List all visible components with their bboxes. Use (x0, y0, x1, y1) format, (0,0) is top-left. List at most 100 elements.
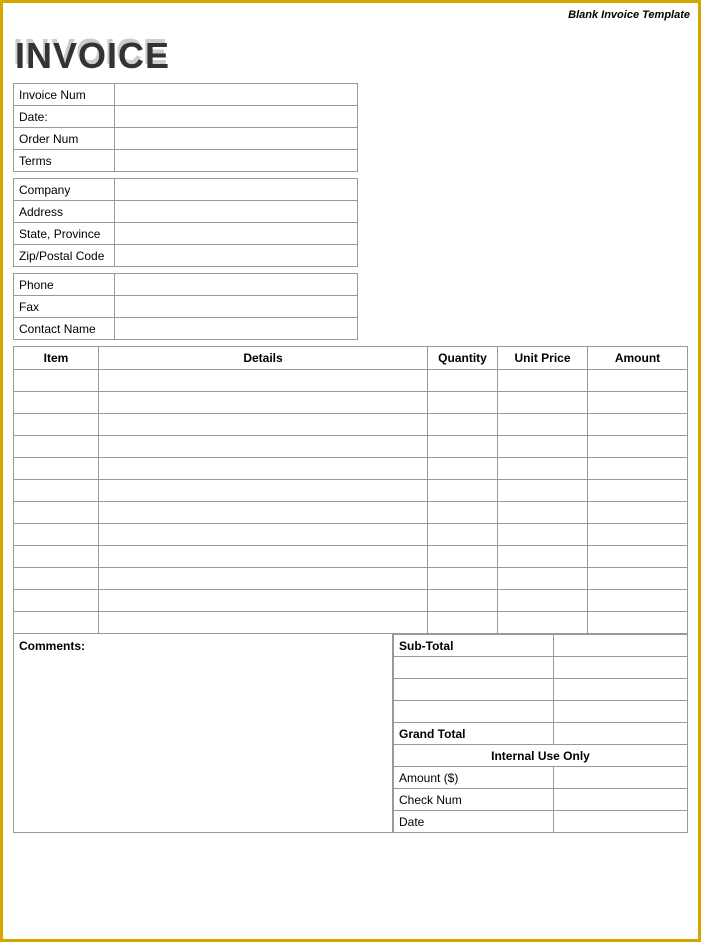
check-num-label: Check Num (394, 789, 554, 811)
terms-row: Terms (14, 150, 358, 172)
amount-dollars-value[interactable] (553, 767, 687, 789)
item-cell[interactable] (14, 568, 99, 590)
extra-value-2[interactable] (553, 679, 687, 701)
table-row (14, 546, 688, 568)
subtotal-value[interactable] (553, 635, 687, 657)
fax-value[interactable] (115, 296, 358, 318)
extra-label-2 (394, 679, 554, 701)
amount-cell[interactable] (588, 502, 688, 524)
table-row (14, 370, 688, 392)
address-value[interactable] (115, 201, 358, 223)
unit-price-cell[interactable] (498, 436, 588, 458)
quantity-cell[interactable] (428, 392, 498, 414)
company-value[interactable] (115, 179, 358, 201)
order-num-value[interactable] (115, 128, 358, 150)
grand-total-value[interactable] (553, 723, 687, 745)
details-cell[interactable] (99, 612, 428, 634)
details-cell[interactable] (99, 392, 428, 414)
check-num-value[interactable] (553, 789, 687, 811)
item-cell[interactable] (14, 612, 99, 634)
unit-price-cell[interactable] (498, 612, 588, 634)
state-province-value[interactable] (115, 223, 358, 245)
quantity-cell[interactable] (428, 436, 498, 458)
quantity-cell[interactable] (428, 590, 498, 612)
date-label: Date: (14, 106, 115, 128)
item-cell[interactable] (14, 524, 99, 546)
contact-name-value[interactable] (115, 318, 358, 340)
invoice-num-value[interactable] (115, 84, 358, 106)
item-cell[interactable] (14, 370, 99, 392)
item-cell[interactable] (14, 436, 99, 458)
totals-date-row: Date (394, 811, 688, 833)
item-cell[interactable] (14, 590, 99, 612)
item-header: Item (14, 347, 99, 370)
unit-price-cell[interactable] (498, 546, 588, 568)
unit-price-cell[interactable] (498, 414, 588, 436)
amount-cell[interactable] (588, 458, 688, 480)
quantity-cell[interactable] (428, 414, 498, 436)
details-header: Details (99, 347, 428, 370)
quantity-cell[interactable] (428, 612, 498, 634)
unit-price-cell[interactable] (498, 392, 588, 414)
details-cell[interactable] (99, 370, 428, 392)
extra-value-3[interactable] (553, 701, 687, 723)
unit-price-cell[interactable] (498, 458, 588, 480)
amount-cell[interactable] (588, 392, 688, 414)
table-row (14, 612, 688, 634)
quantity-cell[interactable] (428, 546, 498, 568)
amount-cell[interactable] (588, 414, 688, 436)
amount-cell[interactable] (588, 546, 688, 568)
amount-cell[interactable] (588, 612, 688, 634)
invoice-info-table: Invoice Num Date: Order Num Terms (13, 83, 358, 172)
details-cell[interactable] (99, 590, 428, 612)
totals-table: Sub-Total Grand Total (393, 634, 688, 833)
details-cell[interactable] (99, 458, 428, 480)
quantity-cell[interactable] (428, 370, 498, 392)
amount-cell[interactable] (588, 590, 688, 612)
details-cell[interactable] (99, 546, 428, 568)
details-cell[interactable] (99, 414, 428, 436)
check-num-row: Check Num (394, 789, 688, 811)
item-cell[interactable] (14, 546, 99, 568)
totals-date-value[interactable] (553, 811, 687, 833)
amount-cell[interactable] (588, 568, 688, 590)
details-cell[interactable] (99, 480, 428, 502)
details-cell[interactable] (99, 524, 428, 546)
unit-price-cell[interactable] (498, 568, 588, 590)
grand-total-row: Grand Total (394, 723, 688, 745)
item-cell[interactable] (14, 480, 99, 502)
terms-value[interactable] (115, 150, 358, 172)
unit-price-cell[interactable] (498, 480, 588, 502)
quantity-cell[interactable] (428, 502, 498, 524)
amount-cell[interactable] (588, 480, 688, 502)
phone-value[interactable] (115, 274, 358, 296)
comments-label: Comments: (19, 639, 85, 653)
extra-value-1[interactable] (553, 657, 687, 679)
quantity-cell[interactable] (428, 458, 498, 480)
unit-price-cell[interactable] (498, 370, 588, 392)
state-province-row: State, Province (14, 223, 358, 245)
date-value[interactable] (115, 106, 358, 128)
amount-cell[interactable] (588, 436, 688, 458)
quantity-cell[interactable] (428, 568, 498, 590)
company-info-table: Company Address State, Province Zip/Post… (13, 178, 358, 267)
unit-price-cell[interactable] (498, 502, 588, 524)
table-row (14, 502, 688, 524)
amount-cell[interactable] (588, 370, 688, 392)
amount-cell[interactable] (588, 524, 688, 546)
comments-area[interactable]: Comments: (13, 634, 393, 833)
quantity-cell[interactable] (428, 524, 498, 546)
quantity-cell[interactable] (428, 480, 498, 502)
details-cell[interactable] (99, 502, 428, 524)
contact-info-table: Phone Fax Contact Name (13, 273, 358, 340)
item-cell[interactable] (14, 414, 99, 436)
item-cell[interactable] (14, 502, 99, 524)
zip-postal-value[interactable] (115, 245, 358, 267)
details-cell[interactable] (99, 568, 428, 590)
details-cell[interactable] (99, 436, 428, 458)
item-cell[interactable] (14, 458, 99, 480)
item-cell[interactable] (14, 392, 99, 414)
unit-price-cell[interactable] (498, 590, 588, 612)
contact-name-label: Contact Name (14, 318, 115, 340)
unit-price-cell[interactable] (498, 524, 588, 546)
